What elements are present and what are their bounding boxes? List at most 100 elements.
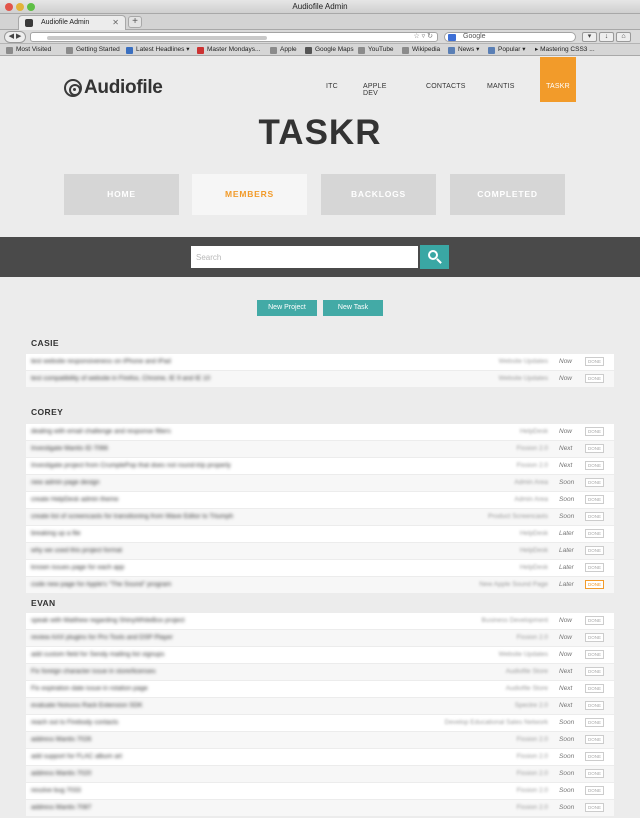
bookmark-item[interactable]: ▸ Mastering CSS3 ... xyxy=(535,44,595,55)
done-button[interactable]: DONE xyxy=(585,684,604,693)
tile-backlogs[interactable]: BACKLOGS xyxy=(321,174,436,215)
done-button[interactable]: DONE xyxy=(585,701,604,710)
task-row[interactable]: add custom field for Sendy mailing list … xyxy=(26,647,614,663)
task-description[interactable]: resolve bug 7033 xyxy=(31,787,81,794)
task-description[interactable]: why we used this project format xyxy=(31,547,122,554)
task-row[interactable]: test website responsiveness on iPhone an… xyxy=(26,354,614,370)
done-button[interactable]: DONE xyxy=(585,444,604,453)
search-button[interactable] xyxy=(420,245,449,269)
done-button[interactable]: DONE xyxy=(585,461,604,470)
task-description[interactable]: test compatibility of website in Firefox… xyxy=(31,375,210,382)
done-button[interactable]: DONE xyxy=(585,786,604,795)
browser-tab-active[interactable]: Audiofile Admin ✕ xyxy=(18,15,126,30)
bookmark-item[interactable]: Apple xyxy=(270,44,297,55)
task-description[interactable]: create list of screencasts for transitio… xyxy=(31,513,233,520)
task-description[interactable]: test website responsiveness on iPhone an… xyxy=(31,358,171,365)
close-window-button[interactable] xyxy=(5,3,13,11)
done-button[interactable]: DONE xyxy=(585,667,604,676)
done-button[interactable]: DONE xyxy=(585,718,604,727)
bookmark-item[interactable]: YouTube xyxy=(358,44,394,55)
home-icon[interactable]: ⌂ xyxy=(616,32,631,42)
bookmark-item[interactable]: Wikipedia xyxy=(402,44,440,55)
download-icon[interactable]: ↓ xyxy=(599,32,614,42)
task-row[interactable]: Fix foreign character issue in store/lic… xyxy=(26,664,614,680)
minimize-window-button[interactable] xyxy=(16,3,24,11)
task-description[interactable]: dealing with email challenge and respons… xyxy=(31,428,171,435)
task-row[interactable]: create list of screencasts for transitio… xyxy=(26,509,614,525)
done-button[interactable]: DONE xyxy=(585,633,604,642)
bookmark-item[interactable]: News ▾ xyxy=(448,44,479,55)
zoom-window-button[interactable] xyxy=(27,3,35,11)
task-description[interactable]: review AAX plugins for Pro Tools and DSP… xyxy=(31,634,173,641)
task-description[interactable]: Fix foreign character issue in store/lic… xyxy=(31,668,156,675)
task-row[interactable]: resolve bug 7033 Fission 2.0 Soon DONE xyxy=(26,783,614,799)
bookmark-star-icon[interactable]: ☆ ▿ ↻ xyxy=(413,32,433,40)
task-description[interactable]: new admin page design xyxy=(31,479,100,486)
task-row[interactable]: reach out to Firebody contacts Develop Ed… xyxy=(26,715,614,731)
back-forward-buttons[interactable]: ◀ ▶ xyxy=(4,31,26,43)
browser-search-field[interactable]: Google xyxy=(444,32,576,42)
task-row[interactable]: evaluate Noisoss Rack Extension SDK Spect… xyxy=(26,698,614,714)
bookmark-item[interactable]: Getting Started xyxy=(66,44,120,55)
audiofile-logo[interactable]: Audiofile xyxy=(64,77,163,99)
nav-taskr[interactable]: TASKR xyxy=(540,57,576,102)
search-input[interactable] xyxy=(191,246,418,268)
new-tab-button[interactable]: + xyxy=(128,16,142,28)
nav-mantis[interactable]: MANTIS xyxy=(487,83,515,90)
done-button[interactable]: DONE xyxy=(585,546,604,555)
task-description[interactable]: add support for FLAC album art xyxy=(31,753,122,760)
task-description[interactable]: address Mantis 7020 xyxy=(31,770,91,777)
task-row[interactable]: address Mantis 7026 Fission 2.0 Soon DONE xyxy=(26,732,614,748)
task-row[interactable]: create HelpDesk admin theme Admin Area Soo… xyxy=(26,492,614,508)
task-row[interactable]: dealing with email challenge and respons… xyxy=(26,424,614,440)
done-button[interactable]: DONE xyxy=(585,563,604,572)
tile-home[interactable]: HOME xyxy=(64,174,179,215)
task-row[interactable]: Investigate project from CrumplePop that… xyxy=(26,458,614,474)
task-description[interactable]: known issues page for each app xyxy=(31,564,124,571)
bookmark-item[interactable]: Master Mondays... xyxy=(197,44,260,55)
nav-apple-dev[interactable]: APPLE DEV xyxy=(363,83,387,97)
bookmark-item[interactable]: Most Visited xyxy=(6,44,51,55)
done-button[interactable]: DONE xyxy=(585,529,604,538)
task-row[interactable]: new admin page design Admin Area Soon DONE xyxy=(26,475,614,491)
task-row[interactable]: why we used this project format HelpDesk L… xyxy=(26,543,614,559)
new-project-button[interactable]: New Project xyxy=(257,300,317,316)
task-row[interactable]: code new page for Apple's "The Sound" pr… xyxy=(26,577,614,593)
task-description[interactable]: breaking up a file xyxy=(31,530,81,537)
done-button[interactable]: DONE xyxy=(585,735,604,744)
done-button[interactable]: DONE xyxy=(585,374,604,383)
done-button[interactable]: DONE xyxy=(585,478,604,487)
close-tab-icon[interactable]: ✕ xyxy=(112,16,119,30)
task-row[interactable]: speak with Matthew regarding ShinyWhiteB… xyxy=(26,613,614,629)
task-row[interactable]: add support for FLAC album art Fission 2.… xyxy=(26,749,614,765)
task-row[interactable]: breaking up a file HelpDesk Later DONE xyxy=(26,526,614,542)
task-row[interactable]: review AAX plugins for Pro Tools and DSP… xyxy=(26,630,614,646)
task-description[interactable]: reach out to Firebody contacts xyxy=(31,719,118,726)
tile-completed[interactable]: COMPLETED xyxy=(450,174,565,215)
task-description[interactable]: address Mantis 7087 xyxy=(31,804,91,811)
nav-itc[interactable]: ITC xyxy=(326,83,338,90)
task-row[interactable]: address Mantis 7020 Fission 2.0 Soon DONE xyxy=(26,766,614,782)
task-description[interactable]: Investigate project from CrumplePop that… xyxy=(31,462,231,469)
task-description[interactable]: Investigate Mantis ID 7066 xyxy=(31,445,108,452)
done-button[interactable]: DONE xyxy=(585,616,604,625)
done-button[interactable]: DONE xyxy=(585,580,604,589)
task-row[interactable]: address Mantis 7087 Fission 2.0 Soon DONE xyxy=(26,800,614,816)
done-button[interactable]: DONE xyxy=(585,752,604,761)
done-button[interactable]: DONE xyxy=(585,769,604,778)
task-description[interactable]: address Mantis 7026 xyxy=(31,736,91,743)
task-description[interactable]: add custom field for Sendy mailing list … xyxy=(31,651,164,658)
done-button[interactable]: DONE xyxy=(585,427,604,436)
tile-members[interactable]: MEMBERS xyxy=(192,174,307,215)
done-button[interactable]: DONE xyxy=(585,650,604,659)
done-button[interactable]: DONE xyxy=(585,495,604,504)
new-task-button[interactable]: New Task xyxy=(323,300,383,316)
address-bar[interactable]: ☆ ▿ ↻ xyxy=(30,32,438,42)
nav-contacts[interactable]: CONTACTS xyxy=(426,83,466,90)
task-description[interactable]: Fix expiration date issue in rotation pa… xyxy=(31,685,148,692)
task-description[interactable]: evaluate Noisoss Rack Extension SDK xyxy=(31,702,143,709)
done-button[interactable]: DONE xyxy=(585,803,604,812)
task-row[interactable]: Investigate Mantis ID 7066 Fission 2.0 Nex… xyxy=(26,441,614,457)
done-button[interactable]: DONE xyxy=(585,357,604,366)
bookmark-item[interactable]: Latest Headlines ▾ xyxy=(126,44,190,55)
